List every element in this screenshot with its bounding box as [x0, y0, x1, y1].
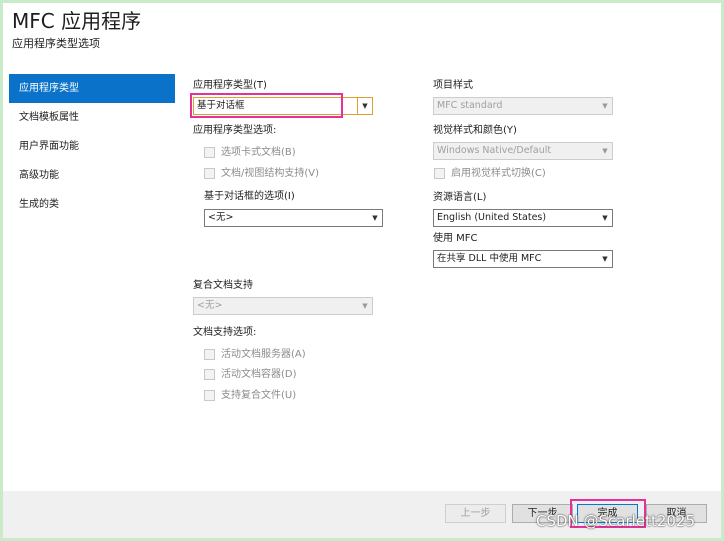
use-mfc-select[interactable]: 在共享 DLL 中使用 MFC ▼	[433, 250, 613, 268]
compound-doc-label: 复合文档支持	[193, 280, 253, 291]
visual-style-label: 视觉样式和颜色(Y)	[433, 125, 517, 136]
project-style-select[interactable]: MFC standard ▼	[433, 97, 613, 115]
visual-toggle-label: 启用视觉样式切换(C)	[451, 168, 546, 179]
sidebar-item-ui-features[interactable]: 用户界面功能	[9, 132, 175, 161]
wizard-window: MFC 应用程序 应用程序类型选项 应用程序类型 文档模板属性 用户界面功能 高…	[3, 3, 721, 538]
project-style-value: MFC standard	[437, 100, 503, 111]
compound-file-checkbox[interactable]	[204, 390, 215, 401]
active-server-checkbox[interactable]	[204, 349, 215, 360]
visual-toggle-checkbox[interactable]	[434, 168, 445, 179]
sidebar-nav: 应用程序类型 文档模板属性 用户界面功能 高级功能 生成的类	[9, 74, 175, 219]
sidebar-item-advanced[interactable]: 高级功能	[9, 161, 175, 190]
chevron-down-icon[interactable]: ▼	[357, 98, 372, 114]
compound-doc-select[interactable]: <无> ▼	[193, 297, 373, 315]
chevron-down-icon[interactable]: ▼	[598, 98, 612, 114]
doc-support-label: 文档支持选项:	[193, 327, 257, 338]
active-container-label: 活动文档容器(D)	[221, 369, 297, 380]
resource-lang-select[interactable]: English (United States) ▼	[433, 209, 613, 227]
next-button[interactable]: 下一步	[512, 504, 573, 523]
active-container-checkbox[interactable]	[204, 369, 215, 380]
dialog-options-select[interactable]: <无> ▼	[204, 209, 383, 227]
dialog-options-value: <无>	[208, 212, 234, 223]
docview-label: 文档/视图结构支持(V)	[221, 168, 320, 179]
app-type-options-label: 应用程序类型选项:	[193, 125, 277, 136]
visual-style-value: Windows Native/Default	[437, 145, 552, 156]
use-mfc-value: 在共享 DLL 中使用 MFC	[437, 253, 542, 264]
sidebar-item-doc-template[interactable]: 文档模板属性	[9, 103, 175, 132]
sidebar-item-generated-classes[interactable]: 生成的类	[9, 190, 175, 219]
sidebar-item-app-type[interactable]: 应用程序类型	[9, 74, 175, 103]
resource-lang-label: 资源语言(L)	[433, 192, 487, 203]
compound-doc-value: <无>	[197, 300, 223, 311]
page-subtitle: 应用程序类型选项	[12, 37, 100, 50]
compound-file-label: 支持复合文件(U)	[221, 390, 297, 401]
docview-checkbox[interactable]	[204, 168, 215, 179]
cancel-button[interactable]: 取消	[646, 504, 707, 523]
tabbed-docs-checkbox[interactable]	[204, 147, 215, 158]
resource-lang-value: English (United States)	[437, 212, 547, 223]
highlight-box	[190, 93, 343, 118]
chevron-down-icon[interactable]: ▼	[598, 143, 612, 159]
chevron-down-icon[interactable]: ▼	[368, 210, 382, 226]
chevron-down-icon[interactable]: ▼	[598, 251, 612, 267]
chevron-down-icon[interactable]: ▼	[358, 298, 372, 314]
active-server-label: 活动文档服务器(A)	[221, 349, 306, 360]
chevron-down-icon[interactable]: ▼	[598, 210, 612, 226]
project-style-label: 项目样式	[433, 80, 473, 91]
finish-highlight-box	[570, 499, 646, 528]
dialog-options-label: 基于对话框的选项(I)	[204, 191, 295, 202]
prev-button[interactable]: 上一步	[445, 504, 506, 523]
page-title: MFC 应用程序	[12, 9, 142, 33]
use-mfc-label: 使用 MFC	[433, 233, 478, 244]
app-type-label: 应用程序类型(T)	[193, 80, 267, 91]
tabbed-docs-label: 选项卡式文档(B)	[221, 147, 296, 158]
visual-style-select[interactable]: Windows Native/Default ▼	[433, 142, 613, 160]
